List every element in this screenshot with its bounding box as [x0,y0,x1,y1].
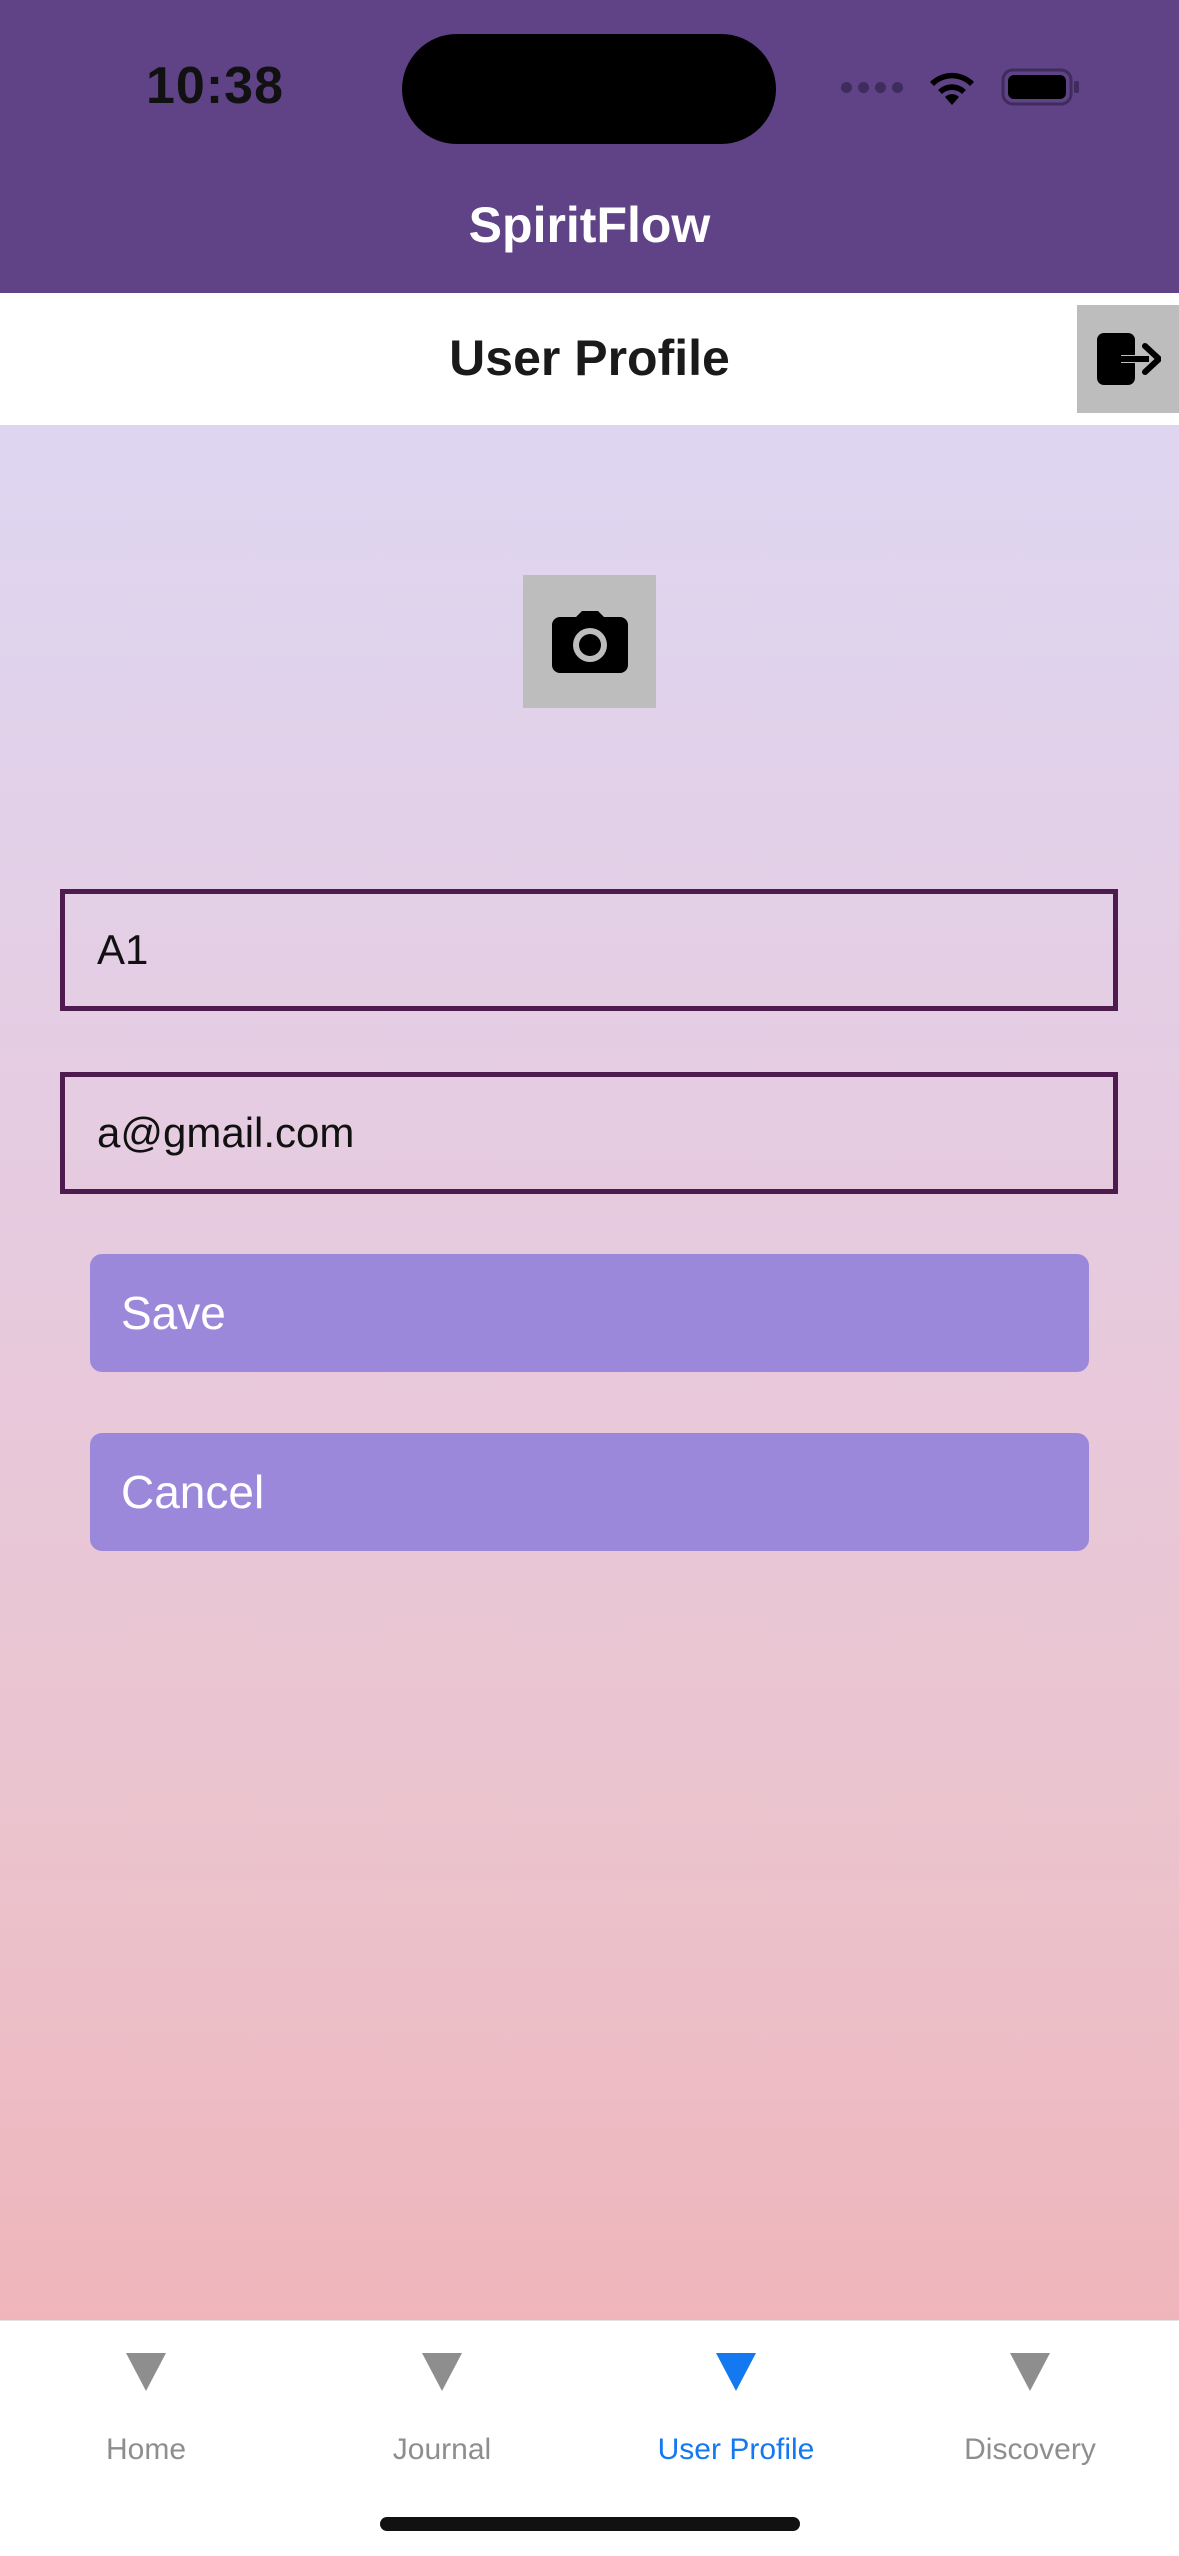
screen: 10:38 SpiritFlow User Profile A1 a@gmail… [0,0,1179,2556]
app-title: SpiritFlow [468,197,711,253]
tab-user-profile-label: User Profile [657,2433,815,2466]
camera-icon [551,610,628,673]
tab-discovery-label: Discovery [964,2433,1096,2466]
tab-discovery[interactable]: Discovery [920,2321,1140,2481]
tab-journal-icon [422,2353,462,2391]
navigation-bar: User Profile [0,293,1179,425]
page-title: User Profile [449,330,730,386]
tab-home[interactable]: Home [36,2321,256,2481]
cellular-signal-icon [841,81,903,93]
cancel-button[interactable]: Cancel [90,1433,1089,1551]
logout-button[interactable] [1077,305,1179,413]
status-time: 10:38 [146,57,284,115]
tab-home-icon [126,2353,166,2391]
name-input[interactable] [60,889,1118,1011]
wifi-icon [930,72,974,105]
tab-discovery-icon [1010,2353,1050,2391]
home-indicator [380,2517,800,2531]
app-header: 10:38 SpiritFlow [0,0,1179,293]
tab-user-profile[interactable]: User Profile [626,2321,846,2481]
save-button[interactable]: Save [90,1254,1089,1372]
dynamic-island [402,34,776,144]
status-icons [841,64,1081,110]
email-input[interactable] [60,1072,1118,1194]
tab-journal-label: Journal [392,2433,492,2466]
tab-user-profile-icon [716,2353,756,2391]
tab-journal[interactable]: Journal [332,2321,552,2481]
logout-icon [1097,333,1161,385]
battery-icon [1001,68,1079,106]
tab-home-label: Home [105,2433,187,2466]
profile-content: Save Cancel [0,425,1179,2320]
change-photo-button[interactable] [523,575,656,708]
